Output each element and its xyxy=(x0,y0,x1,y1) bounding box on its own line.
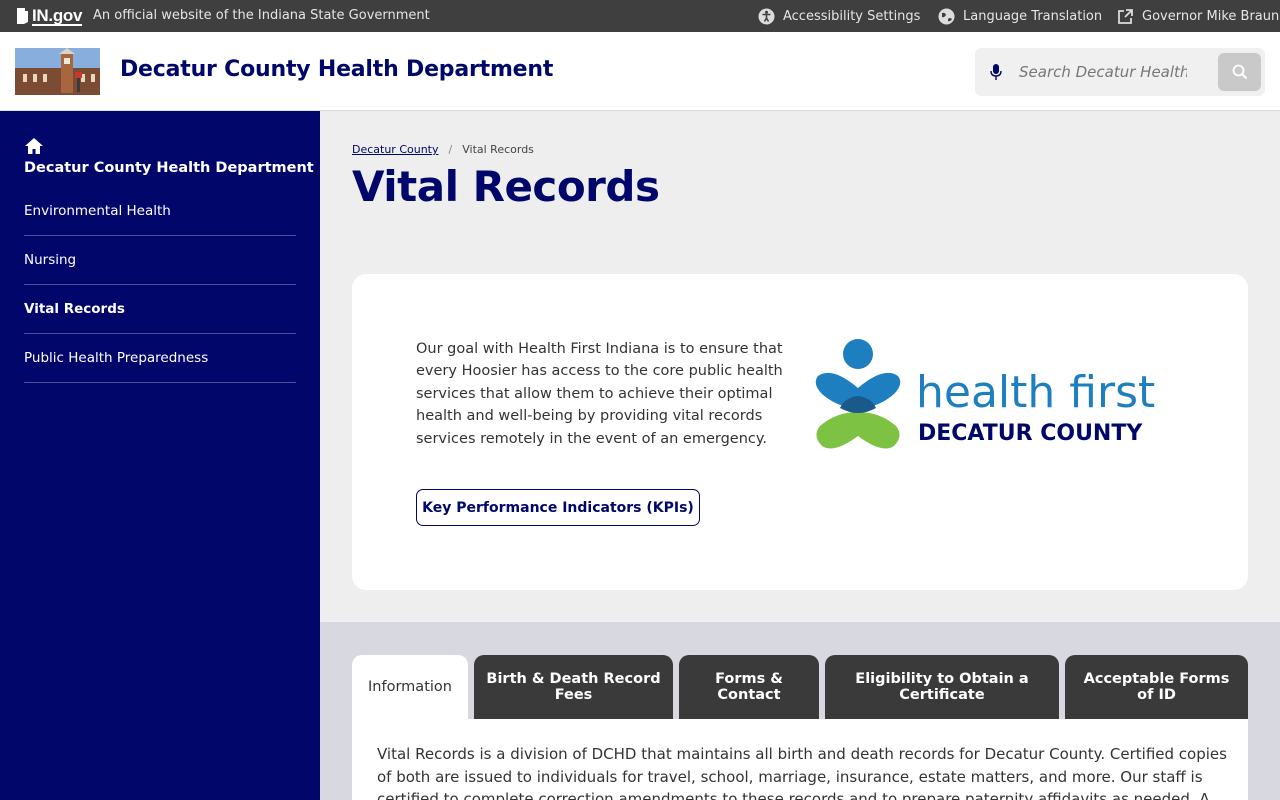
ingov-logo[interactable]: IN.gov xyxy=(16,6,82,26)
logo-text-health-first: health first xyxy=(916,367,1155,418)
sidebar-item-vital-records[interactable]: Vital Records xyxy=(24,285,296,334)
top-bar: IN.gov An official website of the Indian… xyxy=(0,0,1280,32)
ingov-logo-text: IN.gov xyxy=(32,5,83,26)
breadcrumb-current: Vital Records xyxy=(462,143,534,156)
accessibility-icon xyxy=(758,8,775,24)
search-box xyxy=(975,48,1265,96)
sidebar-item-nursing[interactable]: Nursing xyxy=(24,236,296,285)
intro-text: Our goal with Health First Indiana is to… xyxy=(416,341,783,447)
governor-link[interactable]: Governor Mike Braun xyxy=(1117,0,1279,32)
accessibility-settings-label: Accessibility Settings xyxy=(783,8,921,24)
sidebar-nav: Decatur County Health Department Environ… xyxy=(0,111,320,800)
health-first-logo: health first DECATUR COUNTY xyxy=(815,339,1155,449)
courthouse-photo[interactable] xyxy=(15,48,100,95)
tab-panel: Vital Records is a division of DCHD that… xyxy=(352,719,1248,800)
globe-icon xyxy=(938,8,955,24)
site-header: Decatur County Health Department xyxy=(0,32,1280,111)
sidebar-item-public-health-preparedness[interactable]: Public Health Preparedness xyxy=(24,334,296,383)
intro-card: Our goal with Health First Indiana is to… xyxy=(352,274,1248,590)
language-translation-label: Language Translation xyxy=(963,8,1103,24)
governor-label: Governor Mike Braun xyxy=(1142,8,1280,24)
sidebar-home-link[interactable]: Decatur County Health Department xyxy=(24,160,314,176)
breadcrumb-separator: / xyxy=(448,143,453,156)
indiana-state-icon xyxy=(17,8,28,24)
breadcrumb-parent-link[interactable]: Decatur County xyxy=(352,143,439,156)
search-input[interactable] xyxy=(1019,60,1187,84)
tab-eligibility[interactable]: Eligibility to Obtain a Certificate xyxy=(825,655,1059,719)
tab-birth-death-record-fees[interactable]: Birth & Death Record Fees xyxy=(474,655,673,719)
home-icon[interactable] xyxy=(24,137,44,155)
tab-acceptable-id[interactable]: Acceptable Forms of ID xyxy=(1065,655,1248,719)
page-title: Vital Records xyxy=(352,162,660,211)
search-button[interactable] xyxy=(1218,53,1261,91)
external-link-icon xyxy=(1118,8,1133,24)
site-title[interactable]: Decatur County Health Department xyxy=(120,57,553,82)
language-translation-link[interactable]: Language Translation xyxy=(938,0,1102,32)
search-icon xyxy=(1232,64,1247,80)
kpi-button[interactable]: Key Performance Indicators (KPIs) xyxy=(416,489,700,526)
tab-information[interactable]: Information xyxy=(352,655,468,719)
official-site-text: An official website of the Indiana State… xyxy=(93,8,430,23)
sidebar-item-environmental-health[interactable]: Environmental Health xyxy=(24,187,296,236)
tab-panel-text: Vital Records is a division of DCHD that… xyxy=(377,745,1227,800)
tab-forms-contact[interactable]: Forms & Contact xyxy=(679,655,819,719)
accessibility-settings-link[interactable]: Accessibility Settings xyxy=(758,0,920,32)
breadcrumb: Decatur County / Vital Records xyxy=(352,143,534,156)
logo-text-decatur-county: DECATUR COUNTY xyxy=(918,421,1143,446)
microphone-icon[interactable] xyxy=(990,63,1002,81)
sidebar-menu: Environmental Health Nursing Vital Recor… xyxy=(24,187,296,383)
